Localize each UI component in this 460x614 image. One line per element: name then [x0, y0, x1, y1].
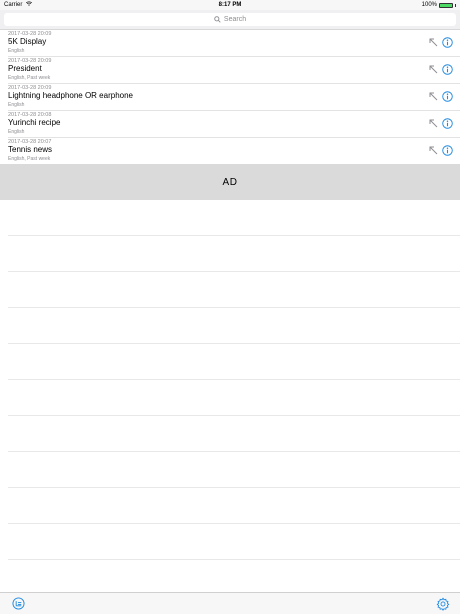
empty-row: [8, 272, 460, 308]
empty-row: [8, 200, 460, 236]
status-time: 8:17 PM: [218, 2, 242, 8]
empty-row: [8, 452, 460, 488]
item-subtitle: English, Past week: [8, 156, 51, 162]
arrow-up-left-icon[interactable]: [428, 37, 438, 47]
empty-row: [8, 524, 460, 560]
search-placeholder: Search: [223, 16, 247, 23]
search-bar: Search: [0, 10, 460, 30]
empty-row: [8, 308, 460, 344]
arrow-up-left-icon[interactable]: [428, 91, 438, 101]
ad-label: AD: [222, 176, 238, 188]
info-icon[interactable]: [442, 118, 453, 129]
item-subtitle: English: [8, 48, 25, 54]
arrow-up-left-icon[interactable]: [428, 64, 438, 74]
info-icon[interactable]: [442, 64, 453, 75]
battery-percent: 100%: [421, 2, 437, 8]
search-icon: [214, 16, 221, 23]
item-subtitle: English: [8, 129, 25, 135]
item-title: Yurinchi recipe: [8, 118, 61, 127]
info-icon[interactable]: [442, 37, 453, 48]
info-icon[interactable]: [442, 145, 453, 156]
item-title: 5K Display: [8, 37, 47, 46]
list-item[interactable]: 2017-03-28 20:09 President English, Past…: [8, 57, 460, 84]
info-icon[interactable]: [442, 91, 453, 102]
status-bar: Carrier 8:17 PM 100%: [0, 0, 460, 10]
bottom-toolbar: [0, 592, 460, 614]
list-item[interactable]: 2017-03-28 20:07 Tennis news English, Pa…: [8, 138, 460, 165]
battery-tip: [455, 3, 456, 7]
arrow-up-left-icon[interactable]: [428, 118, 438, 128]
search-input[interactable]: Search: [4, 13, 456, 26]
item-subtitle: English: [8, 102, 25, 108]
empty-row: [8, 488, 460, 524]
battery-indicator: 100%: [422, 0, 456, 10]
list-item[interactable]: 2017-03-28 20:09 5K Display English: [8, 30, 460, 57]
list-item[interactable]: 2017-03-28 20:08 Yurinchi recipe English: [8, 111, 460, 138]
empty-row: [8, 236, 460, 272]
arrow-up-left-icon[interactable]: [428, 145, 438, 155]
item-title: Lightning headphone OR earphone: [8, 91, 133, 100]
empty-list-area: [8, 200, 460, 560]
history-list: 2017-03-28 20:09 5K Display English 2017…: [0, 30, 460, 165]
list-item[interactable]: 2017-03-28 20:09 Lightning headphone OR …: [8, 84, 460, 111]
empty-row: [8, 416, 460, 452]
battery-fill: [440, 3, 452, 7]
empty-row: [8, 380, 460, 416]
item-title: President: [8, 64, 42, 73]
ad-banner[interactable]: AD: [0, 164, 460, 200]
empty-row: [8, 344, 460, 380]
battery-icon: [439, 2, 453, 8]
gear-icon[interactable]: [436, 597, 450, 611]
item-subtitle: English, Past week: [8, 75, 51, 81]
history-icon[interactable]: [12, 597, 25, 610]
item-title: Tennis news: [8, 145, 53, 154]
